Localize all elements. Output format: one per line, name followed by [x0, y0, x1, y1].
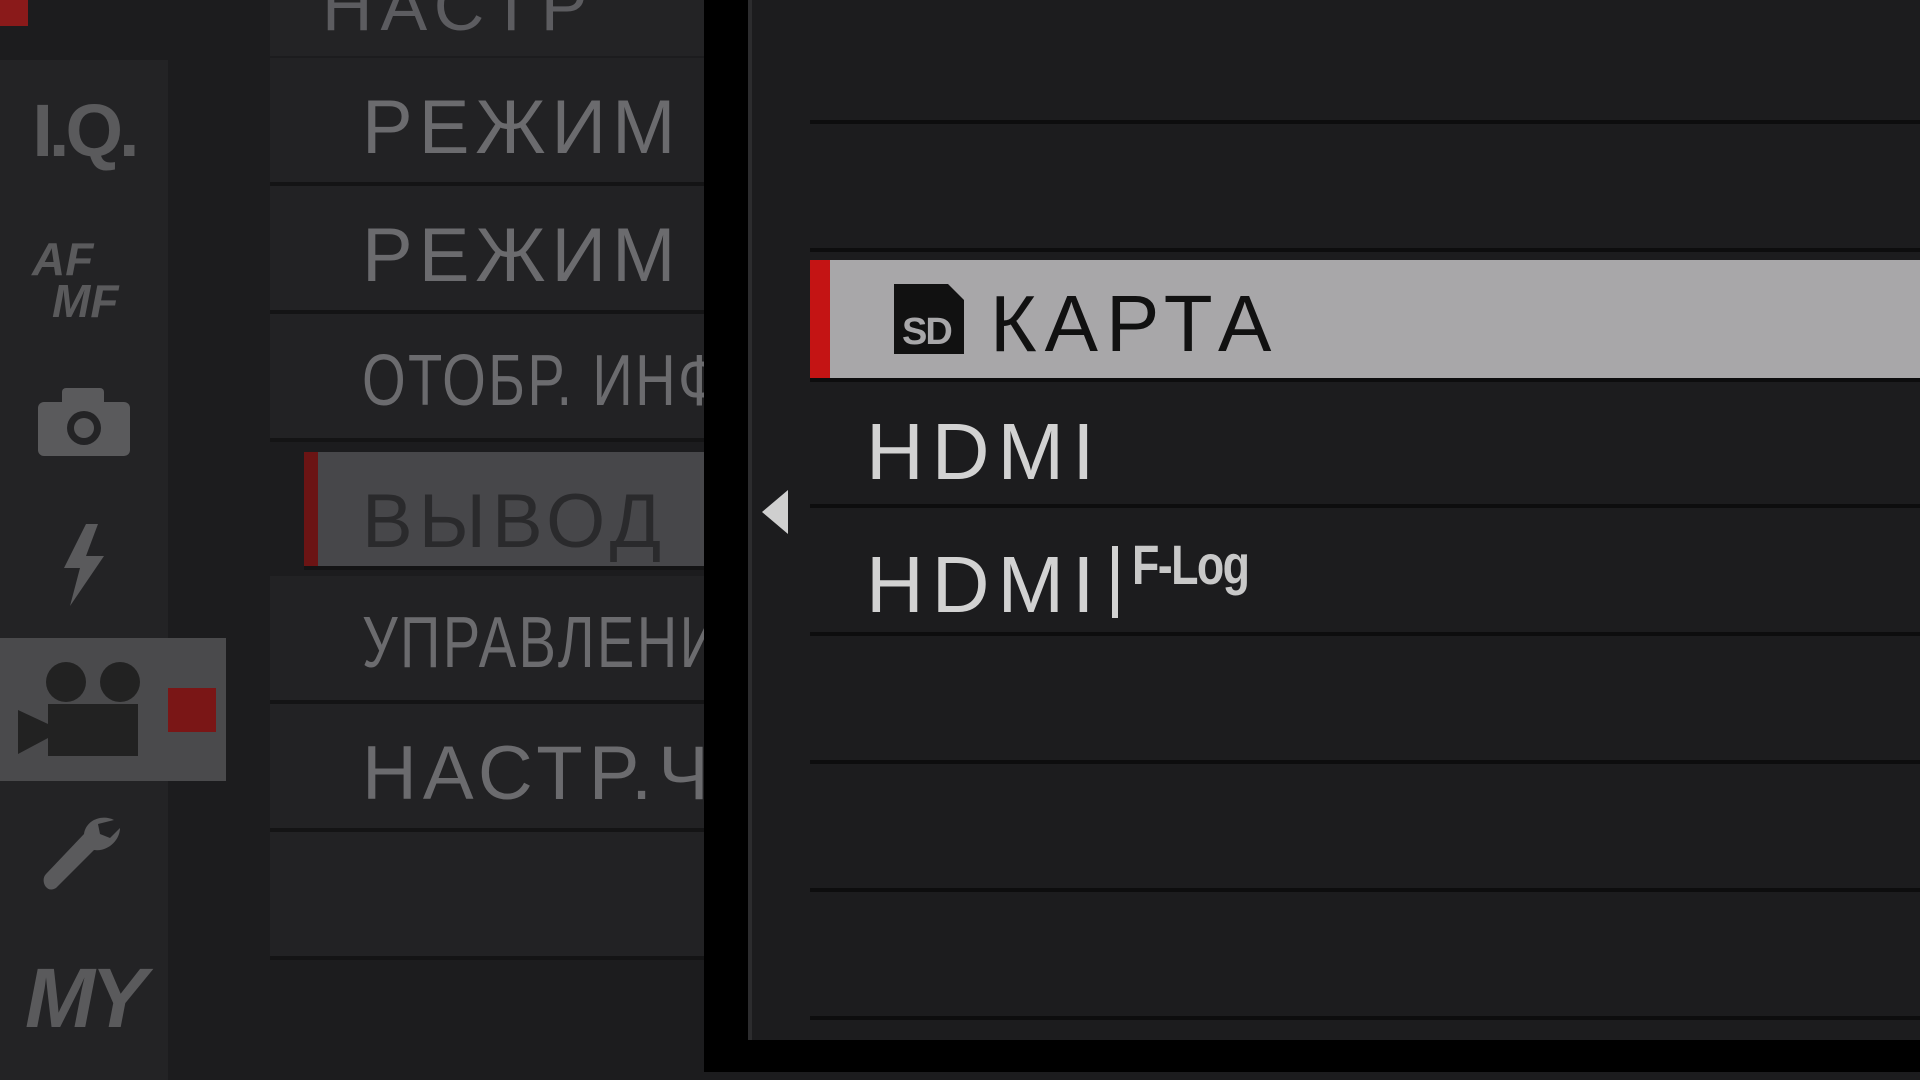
menu-item[interactable]: НАСТР.Ч: [270, 704, 710, 832]
camera-icon[interactable]: [38, 388, 130, 456]
divider: [810, 120, 1920, 124]
divider: [810, 888, 1920, 892]
my-menu-tab[interactable]: MY: [0, 950, 168, 1047]
menu-item-label: ВЫВОД: [362, 479, 668, 564]
af-mf-tab[interactable]: AF MF: [0, 232, 168, 328]
top-marker: [0, 0, 28, 26]
flash-icon[interactable]: [60, 524, 108, 606]
option-label: HDMI: [866, 540, 1103, 629]
mf-label: MF: [52, 275, 119, 327]
option-hdmi-flog[interactable]: HDMI F-Log: [810, 514, 1920, 632]
wrench-icon[interactable]: [40, 816, 126, 896]
movie-camera-icon[interactable]: [18, 660, 148, 760]
divider: [810, 248, 1920, 252]
menu-header-label: НАСТР: [322, 0, 596, 45]
separator: [1112, 546, 1119, 618]
option-hdmi[interactable]: HDMI: [810, 388, 1920, 506]
menu-item[interactable]: УПРАВЛЕНИ: [270, 576, 720, 704]
menu-item-selected[interactable]: ВЫВОД: [304, 452, 710, 570]
active-marker: [168, 688, 216, 732]
divider: [810, 1016, 1920, 1020]
sd-card-icon: SD: [894, 284, 964, 354]
divider: [810, 632, 1920, 636]
menu-list: НАСТР РЕЖИМ РЕЖИМ A ОТОБР. ИНФ ВЫВОД УПР…: [270, 0, 759, 1080]
menu-item-empty: [270, 832, 710, 960]
menu-item-label: ОТОБР. ИНФ: [362, 341, 724, 421]
menu-item[interactable]: ОТОБР. ИНФ: [270, 314, 721, 442]
iq-tab[interactable]: I.Q.: [0, 88, 168, 173]
menu-item[interactable]: РЕЖИМ: [270, 58, 710, 186]
menu-header: НАСТР: [270, 0, 710, 56]
option-card[interactable]: SD КАРТА: [810, 260, 1920, 378]
option-label: КАРТА: [990, 279, 1280, 368]
selection-bar: [304, 452, 318, 566]
menu-item[interactable]: РЕЖИМ A: [270, 186, 759, 314]
divider: [810, 378, 1920, 382]
selection-bar: [810, 260, 830, 378]
menu-item-label: РЕЖИМ: [362, 85, 682, 170]
divider: [810, 760, 1920, 764]
option-label-group: HDMI F-Log: [866, 532, 1278, 631]
svg-text:SD: SD: [902, 311, 951, 353]
option-label: HDMI: [866, 407, 1103, 496]
menu-item-label: НАСТР.Ч: [362, 731, 715, 816]
menu-item-label: УПРАВЛЕНИ: [362, 603, 723, 683]
flog-tag: F-Log: [1132, 533, 1250, 596]
divider: [810, 504, 1920, 508]
back-arrow-icon[interactable]: [762, 490, 788, 534]
